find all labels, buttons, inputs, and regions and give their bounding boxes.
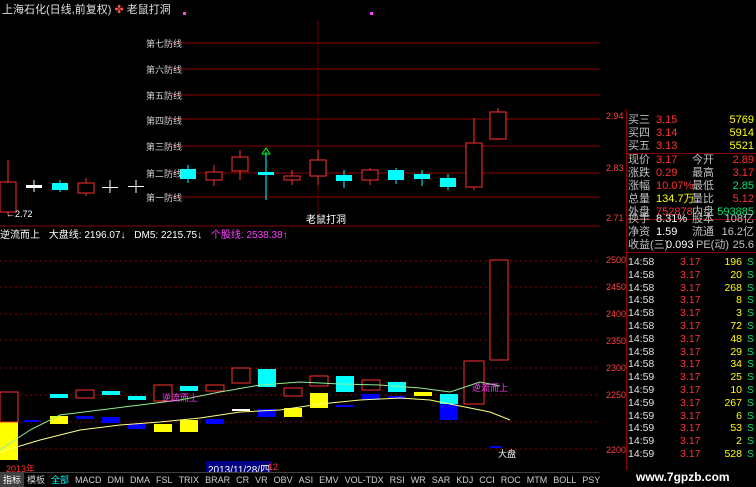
market-line-value: 大盘线: 2196.07↓ [48, 230, 126, 241]
stat-row-price: 现价 3.17 今开 2.89 [628, 154, 754, 166]
lower-axis-1: 2500 [606, 255, 627, 265]
tick-row: 14:59 3.17 528 S [626, 446, 756, 462]
defense-line-2: 第二防线 [146, 169, 183, 179]
tab-12[interactable]: ASI [296, 473, 317, 487]
tab-14[interactable]: VOL-TDX [342, 473, 387, 487]
mouse-icon: ✤ [114, 4, 124, 16]
tab-1[interactable]: 模板 [24, 473, 48, 487]
tab-9[interactable]: CR [233, 473, 252, 487]
date-extra: 12 [268, 462, 279, 472]
indicator-name: 逆流而上 [0, 230, 40, 241]
lower-bars [0, 259, 509, 460]
defense-line-4: 第四防线 [146, 116, 183, 126]
lower-axis-5: 2300 [606, 363, 627, 373]
defense-line-3: 第三防线 [146, 142, 183, 152]
tab-18[interactable]: KDJ [453, 473, 476, 487]
tick-volume: 528 [724, 448, 742, 460]
stat-row-pct: 涨幅 10.07% 最低 2.85 [628, 180, 754, 192]
indicator-legend: 逆流而上 大盘线: 2196.07↓ DM5: 2215.75↓ 个股线: 25… [0, 226, 294, 241]
low-marker: ←2.72 [6, 209, 33, 219]
stat-row-netasset: 净资 1.59 流通 16.2亿 [628, 226, 754, 238]
lower-axis-4: 2350 [606, 336, 627, 346]
stat-row-volume: 总量 134.7万 量比 5.12 [628, 193, 754, 205]
main-candles [0, 108, 507, 215]
tab-2[interactable]: 全部 [48, 473, 72, 487]
tab-7[interactable]: TRIX [176, 473, 203, 487]
tab-23[interactable]: PSY [579, 473, 600, 487]
quote-panel: 买三 3.15 5769 买四 3.14 5914 买五 3.13 5521 现… [626, 0, 756, 470]
tab-8[interactable]: BRAR [202, 473, 233, 487]
defense-lines [172, 42, 600, 198]
lower-axis-7: 2200 [606, 445, 627, 455]
ask-row-5: 买五 3.13 5521 [628, 140, 754, 152]
stock-line-value: 个股线: 2538.38↑ [210, 230, 288, 241]
defense-line-6: 第六防线 [146, 65, 183, 75]
dm5-value: DM5: 2215.75↓ [134, 230, 203, 241]
tab-5[interactable]: DMA [127, 473, 153, 487]
watermark: www.7gpzb.com [636, 470, 730, 484]
price-axis-1: 2.94 [606, 111, 624, 121]
stat-row-turnover: 换手 8.31% 股本 108亿 [628, 213, 754, 225]
tab-19[interactable]: CCI [476, 473, 498, 487]
lower-grid [0, 260, 600, 450]
defense-line-7: 第七防线 [146, 39, 183, 49]
tab-17[interactable]: SAR [429, 473, 454, 487]
tab-21[interactable]: MTM [524, 473, 551, 487]
price-axis-3: 2.71 [606, 213, 624, 223]
stat-row-change: 涨跌 0.29 最高 3.17 [628, 167, 754, 179]
indicator-title: 老鼠打洞 [126, 4, 171, 16]
tab-10[interactable]: VR [252, 473, 271, 487]
lower-axis-6: 2250 [606, 390, 627, 400]
lower-axis-2: 2450 [606, 282, 627, 292]
ask-row-4: 买四 3.14 5914 [628, 127, 754, 139]
tab-3[interactable]: MACD [72, 473, 105, 487]
tab-6[interactable]: FSL [153, 473, 176, 487]
lower-axis-3: 2400 [606, 309, 627, 319]
tab-4[interactable]: DMI [105, 473, 128, 487]
pattern-label: 老鼠打洞 [306, 215, 346, 226]
tab-22[interactable]: BOLL [550, 473, 579, 487]
annotation-market: 大盘 [498, 449, 517, 459]
indicator-tabs: 指标 模板 全部 MACD DMI DMA FSL TRIX BRAR CR VR OBV ASI EMV… [0, 472, 600, 487]
tick-price: 3.17 [680, 448, 701, 460]
tab-16[interactable]: WR [408, 473, 429, 487]
market-line [0, 397, 511, 453]
ask-row-3: 买三 3.15 5769 [628, 114, 754, 126]
annotation-up-2: 逆流而上 [472, 383, 509, 393]
tab-15[interactable]: RSI [387, 473, 408, 487]
tick-side: S [746, 448, 754, 460]
tick-time: 14:59 [628, 448, 655, 460]
tab-20[interactable]: ROC [498, 473, 524, 487]
stock-title: 上海石化(日线,前复权) [2, 4, 112, 16]
price-axis-2: 2.83 [606, 163, 624, 173]
tab-0[interactable]: 指标 [0, 473, 25, 487]
tab-11[interactable]: OBV [271, 473, 296, 487]
window-title: 上海石化(日线,前复权) ✤ 老鼠打洞 [2, 1, 171, 17]
defense-line-5: 第五防线 [146, 91, 183, 101]
annotation-up-1: 逆流而上 [162, 393, 199, 403]
stat-row-eps: 收益(三) 0.093 PE(动) 25.6 [628, 239, 754, 251]
tab-13[interactable]: EMV [316, 473, 342, 487]
defense-line-1: 第一防线 [146, 193, 183, 203]
